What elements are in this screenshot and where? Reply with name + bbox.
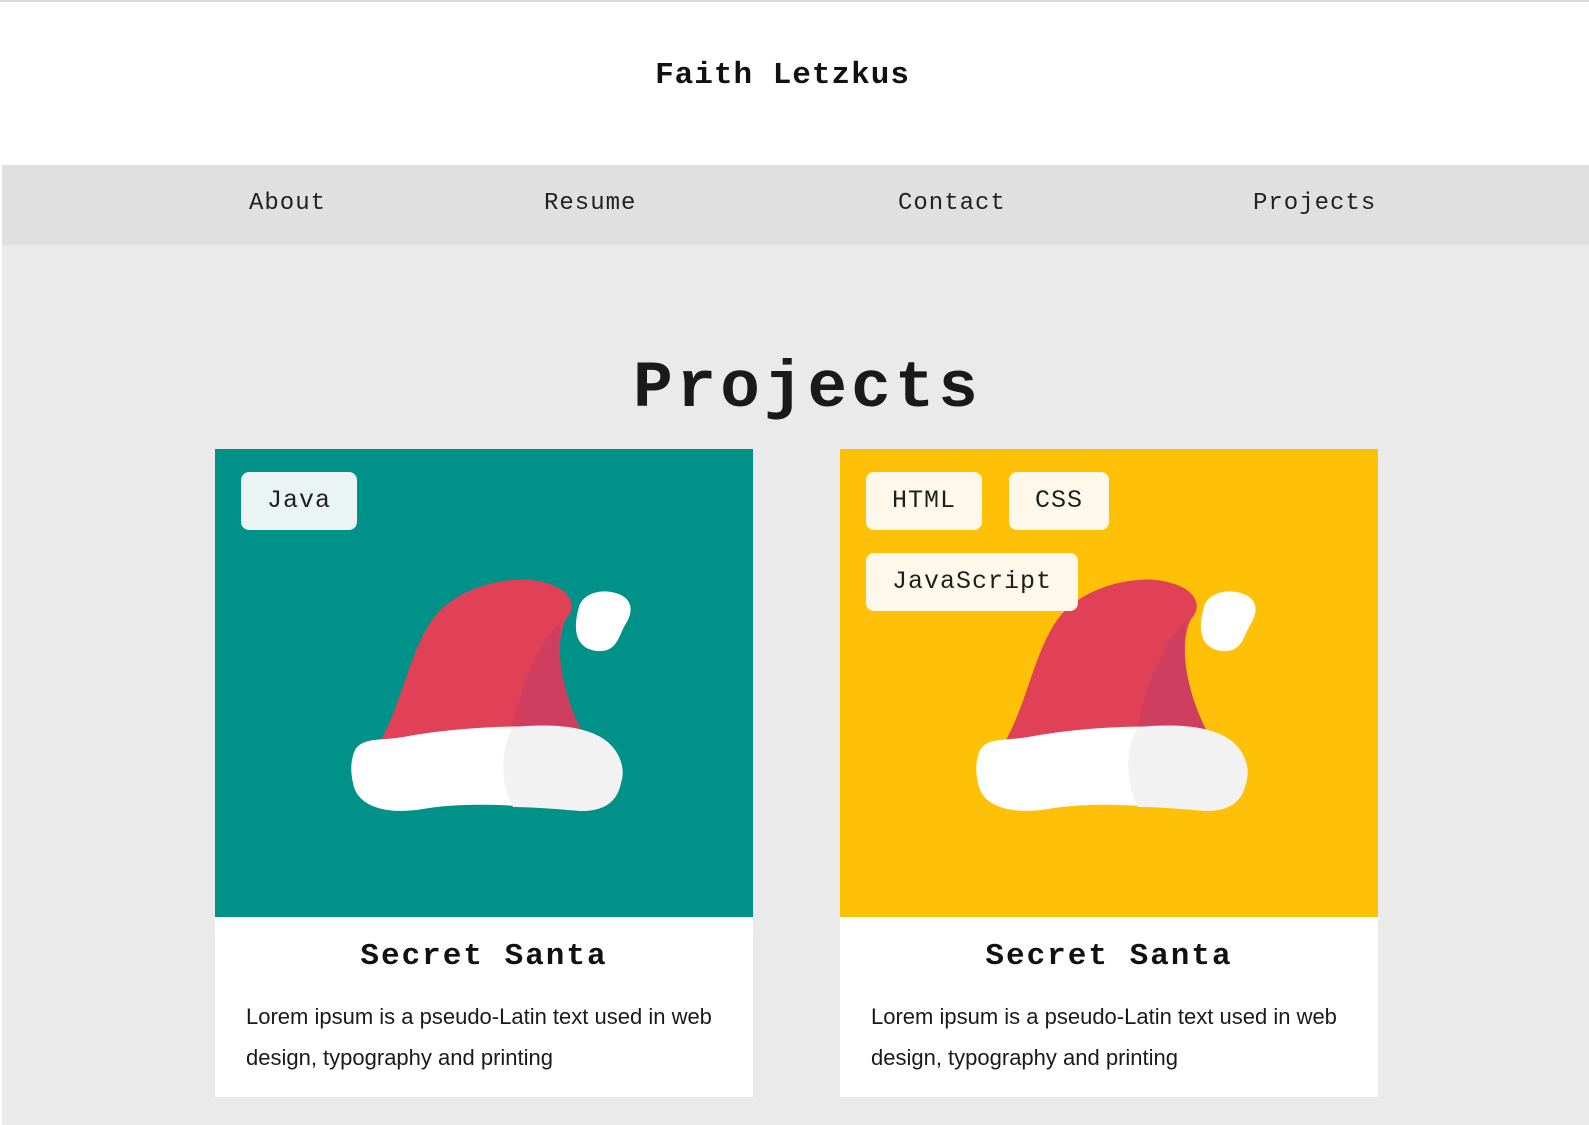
project-image: Java (215, 449, 753, 917)
nav-link-projects[interactable]: Projects (1253, 165, 1376, 245)
nav-link-resume[interactable]: Resume (544, 165, 636, 245)
portfolio-page: Faith Letzkus About Resume Contact Proje… (0, 0, 1589, 1125)
tag-html[interactable]: HTML (866, 472, 983, 530)
project-card[interactable]: HTML CSS JavaScript Secret Santa Lorem i… (840, 449, 1378, 1097)
tag-java[interactable]: Java (241, 472, 358, 530)
project-title: Secret Santa (985, 939, 1233, 974)
tag-javascript[interactable]: JavaScript (866, 553, 1079, 611)
santa-hat-icon (976, 579, 1256, 811)
project-image: HTML CSS JavaScript (840, 449, 1378, 917)
project-card[interactable]: Java Secret Santa Lorem ipsum is a pseud… (215, 449, 753, 1097)
tag-css[interactable]: CSS (1009, 472, 1110, 530)
project-description: Lorem ipsum is a pseudo-Latin text used … (871, 1004, 1337, 1070)
project-title: Secret Santa (360, 939, 608, 974)
site-header: Faith Letzkus (0, 2, 1589, 165)
projects-section: Projects Java Secret Santa Lorem ipsum i… (2, 245, 1589, 1125)
section-heading: Projects (633, 351, 982, 427)
site-title: Faith Letzkus (655, 58, 910, 93)
main-nav: About Resume Contact Projects (2, 165, 1589, 245)
nav-link-contact[interactable]: Contact (898, 165, 1006, 245)
nav-link-about[interactable]: About (249, 165, 326, 245)
santa-hat-icon (351, 579, 631, 811)
project-description: Lorem ipsum is a pseudo-Latin text used … (246, 1004, 712, 1070)
